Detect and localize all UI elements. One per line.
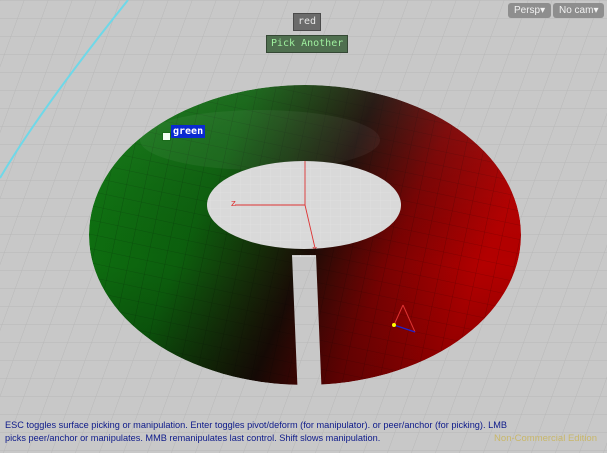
pick-another-button[interactable]: Pick Another bbox=[266, 35, 349, 53]
3d-viewport[interactable]: y z x bbox=[0, 0, 607, 453]
view-menu[interactable]: Persp▾ bbox=[508, 3, 552, 18]
chevron-down-icon: ▾ bbox=[540, 5, 546, 16]
object-label: green bbox=[171, 125, 206, 138]
camera-menu-label: No cam bbox=[559, 5, 594, 16]
view-menu-label: Persp bbox=[514, 5, 541, 16]
selection-label: red bbox=[293, 13, 322, 31]
edition-label: Non-Commercial Edition bbox=[494, 433, 597, 444]
chevron-down-icon: ▾ bbox=[593, 5, 599, 16]
status-hint-line-1: ESC toggles surface picking or manipulat… bbox=[5, 420, 507, 430]
pick-handle[interactable] bbox=[162, 132, 171, 141]
camera-menu[interactable]: No cam▾ bbox=[553, 3, 605, 18]
torus-object[interactable] bbox=[89, 85, 521, 385]
